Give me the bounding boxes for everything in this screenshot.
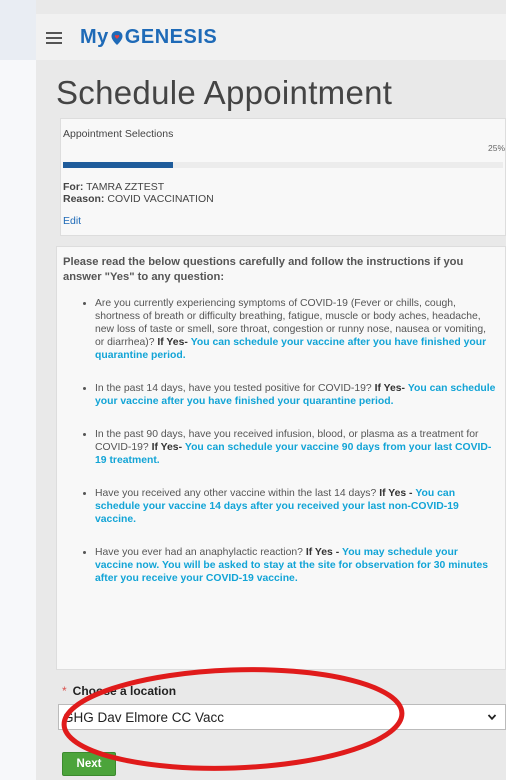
- yes-label: If Yes -: [379, 488, 413, 499]
- progress-bar: [63, 162, 503, 168]
- for-line: For: TAMRA ZZTEST: [63, 181, 164, 193]
- brand-prefix: My: [80, 25, 109, 48]
- question-text: Have you ever had an anaphylactic reacti…: [95, 547, 303, 558]
- required-marker: *: [62, 684, 67, 698]
- brand-name: GENESIS: [124, 25, 218, 48]
- appointment-selections-card: Appointment Selections 25% For: TAMRA ZZ…: [60, 118, 506, 236]
- list-item: In the past 14 days, have you tested pos…: [95, 382, 497, 408]
- app-window: My GENESIS Schedule Appointment Appointm…: [36, 0, 506, 780]
- left-gutter: [0, 0, 36, 780]
- location-label-text: Choose a location: [72, 684, 177, 698]
- progress-percent: 25%: [487, 143, 505, 153]
- selections-title: Appointment Selections: [63, 128, 174, 140]
- location-select[interactable]: GHG Dav Elmore CC Vacc: [58, 704, 506, 730]
- location-selected-value: GHG Dav Elmore CC Vacc: [63, 709, 225, 725]
- for-label: For:: [63, 181, 84, 193]
- reason-label: Reason:: [63, 193, 105, 205]
- list-item: Are you currently experiencing symptoms …: [95, 297, 497, 362]
- for-value: TAMRA ZZTEST: [86, 181, 165, 193]
- question-text: Have you received any other vaccine with…: [95, 488, 377, 499]
- location-label: * Choose a location: [62, 684, 176, 698]
- questions-intro: Please read the below questions carefull…: [63, 256, 464, 283]
- reason-line: Reason: COVID VACCINATION: [63, 193, 214, 205]
- list-item: Have you received any other vaccine with…: [95, 487, 497, 526]
- yes-label: If Yes -: [305, 547, 340, 558]
- list-item: In the past 90 days, have you received i…: [95, 428, 497, 467]
- questions-list: Are you currently experiencing symptoms …: [63, 297, 497, 585]
- brand-mark-icon: [110, 29, 124, 45]
- progress-bar-fill: [63, 162, 173, 168]
- chevron-down-icon: [487, 714, 497, 721]
- yes-label: If Yes-: [157, 337, 188, 348]
- yes-label: If Yes-: [151, 442, 183, 453]
- next-button[interactable]: Next: [62, 752, 116, 776]
- page-title: Schedule Appointment: [56, 74, 393, 111]
- left-gutter-top: [0, 0, 36, 60]
- list-item: Have you ever had an anaphylactic reacti…: [95, 546, 497, 585]
- reason-value: COVID VACCINATION: [107, 193, 214, 205]
- question-text: In the past 14 days, have you tested pos…: [95, 383, 372, 394]
- top-bar: My GENESIS: [36, 14, 506, 60]
- edit-link[interactable]: Edit: [63, 215, 81, 227]
- yes-label: If Yes-: [374, 383, 405, 394]
- brand-logo[interactable]: My GENESIS: [80, 26, 217, 49]
- hamburger-menu-icon[interactable]: [46, 30, 66, 44]
- screening-questions-card: Please read the below questions carefull…: [56, 246, 506, 670]
